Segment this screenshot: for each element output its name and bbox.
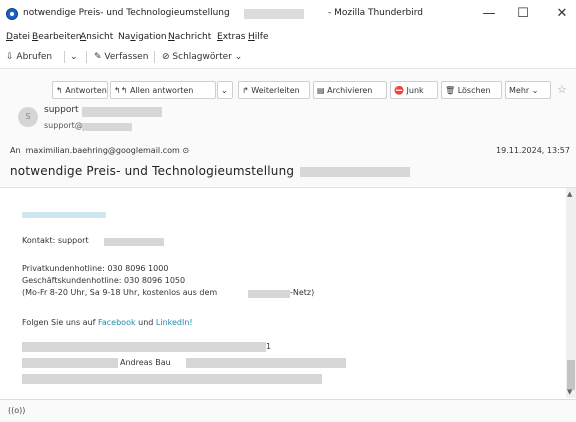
close-button[interactable]: ✕	[548, 4, 576, 24]
archive-icon: ▤	[317, 86, 325, 95]
status-bar: ((o))	[0, 399, 576, 422]
window-title-suffix: - Mozilla Thunderbird	[328, 8, 424, 18]
window-title: notwendige Preis- und Technologieumstell…	[23, 8, 230, 18]
menu-ansicht[interactable]: Ansicht	[80, 32, 113, 42]
recipient-address[interactable]: maximilian.baehring@googlemail.com	[26, 146, 180, 155]
menu-navigation[interactable]: Navigation	[118, 32, 167, 42]
message-body: Kontakt: support Privatkundenhotline: 03…	[0, 187, 576, 400]
sender-name[interactable]: support	[44, 105, 79, 115]
menu-hilfe[interactable]: Hilfe	[248, 32, 269, 42]
maximize-button[interactable]: ☐	[509, 4, 537, 24]
redacted-signature	[22, 358, 118, 368]
tag-icon: ⊘	[162, 52, 170, 62]
private-hotline: Privatkundenhotline: 030 8096 1000	[22, 264, 169, 273]
message-header: ↰ Antworten ↰↰ Allen antworten ⌄ ↱ Weite…	[0, 69, 576, 186]
forward-button[interactable]: ↱ Weiterleiten	[238, 81, 310, 99]
reply-button[interactable]: ↰ Antworten	[52, 81, 108, 99]
tags-button[interactable]: ⊘ Schlagwörter ⌄	[162, 52, 242, 62]
thunderbird-logo-icon	[6, 8, 18, 20]
chevron-down-icon: ⌄	[70, 52, 78, 62]
activity-icon[interactable]: ((o))	[8, 406, 25, 415]
get-messages-button[interactable]: ⇩ Abrufen	[6, 52, 52, 62]
scroll-up-icon[interactable]: ▲	[567, 190, 572, 198]
redacted-signature	[186, 358, 346, 368]
redacted-contact	[104, 238, 164, 246]
contact-line: Kontakt: support	[22, 236, 89, 245]
redacted-subject	[300, 167, 410, 177]
message-date: 19.11.2024, 13:57	[496, 146, 570, 155]
compose-button[interactable]: ✎ Verfassen	[94, 52, 148, 62]
main-toolbar: ⇩ Abrufen ⌄ ✎ Verfassen ⊘ Schlagwörter ⌄	[0, 46, 576, 69]
menu-extras[interactable]: Extras	[217, 32, 245, 42]
scrollbar-thumb[interactable]	[567, 360, 575, 390]
signature-name: Andreas Bau	[120, 358, 171, 367]
follow-line: Folgen Sie uns auf Facebook und LinkedIn…	[22, 318, 193, 327]
junk-button[interactable]: ⛔ Junk	[390, 81, 438, 99]
minimize-button[interactable]: —	[475, 4, 503, 24]
message-scrollbar[interactable]: ▲ ▼	[566, 188, 576, 398]
more-button[interactable]: Mehr ⌄	[505, 81, 551, 99]
divider	[86, 51, 87, 63]
facebook-link[interactable]: Facebook	[98, 318, 136, 327]
menu-datei[interactable]: Datei	[6, 32, 30, 42]
menu-nachricht[interactable]: Nachricht	[168, 32, 211, 42]
linkedin-link[interactable]: LinkedIn!	[156, 318, 193, 327]
redacted-signature	[22, 374, 322, 384]
avatar: S	[18, 107, 38, 127]
chevron-down-icon: ⌄	[234, 52, 243, 62]
sender-address[interactable]: support@	[44, 121, 83, 130]
redacted-sender	[82, 107, 162, 117]
divider	[154, 51, 155, 63]
redacted-address	[82, 123, 132, 131]
delete-button[interactable]: 🗑 Löschen	[441, 81, 502, 99]
trash-icon: 🗑	[445, 86, 456, 95]
scroll-down-icon[interactable]: ▼	[567, 388, 572, 396]
menu-bar: Datei Bearbeiten Ansicht Navigation Nach…	[0, 28, 576, 46]
pencil-icon: ✎	[94, 52, 102, 62]
recipient-line: An maximilian.baehring@googlemail.com ⊙	[10, 146, 190, 155]
hours-line: (Mo-Fr 8-20 Uhr, Sa 9-18 Uhr, kostenlos …	[22, 288, 218, 297]
reply-all-dropdown[interactable]: ⌄	[217, 81, 233, 99]
reply-all-icon: ↰↰	[114, 86, 128, 95]
redacted-logo	[22, 212, 106, 218]
archive-button[interactable]: ▤ Archivieren	[313, 81, 387, 99]
hours-line-end: -Netz)	[290, 288, 315, 297]
get-messages-dropdown[interactable]: ⌄	[70, 52, 78, 62]
title-bar: notwendige Preis- und Technologieumstell…	[0, 0, 576, 28]
reply-all-button[interactable]: ↰↰ Allen antworten	[110, 81, 216, 99]
address-book-icon[interactable]: ⊙	[182, 146, 189, 155]
reply-icon: ↰	[56, 86, 63, 95]
redacted-title-part	[244, 9, 304, 19]
redacted-network	[248, 290, 290, 298]
chevron-down-icon: ⌄	[221, 86, 228, 95]
star-icon[interactable]: ☆	[557, 83, 567, 96]
message-subject: notwendige Preis- und Technologieumstell…	[10, 164, 295, 178]
chevron-down-icon: ⌄	[531, 86, 539, 95]
signature-bracket: 1	[266, 342, 272, 351]
download-icon: ⇩	[6, 52, 14, 62]
menu-bearbeiten[interactable]: Bearbeiten	[32, 32, 81, 42]
business-hotline: Geschäftskundenhotline: 030 8096 1050	[22, 276, 186, 285]
redacted-signature	[22, 342, 266, 352]
junk-icon: ⛔	[394, 86, 404, 95]
divider	[64, 51, 65, 63]
forward-icon: ↱	[242, 86, 249, 95]
